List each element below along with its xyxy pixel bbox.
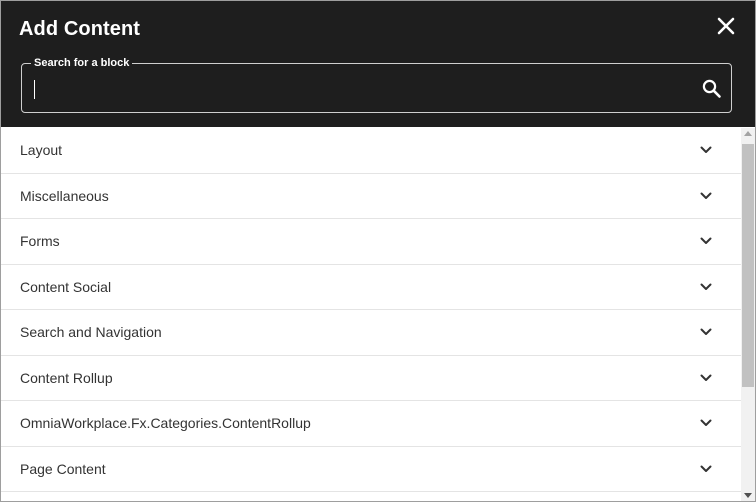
category-item[interactable]: Layout <box>1 128 741 174</box>
search-field: Search for a block <box>21 56 732 113</box>
scroll-down-arrow[interactable] <box>744 493 752 498</box>
chevron-down-icon[interactable] <box>698 233 714 249</box>
search-button[interactable] <box>701 78 723 100</box>
chevron-down-icon[interactable] <box>698 324 714 340</box>
chevron-down-icon[interactable] <box>698 370 714 386</box>
category-item[interactable]: OmniaWorkplace.Fx.Categories.ContentRoll… <box>1 401 741 447</box>
chevron-down-icon[interactable] <box>698 279 714 295</box>
category-label: Content Rollup <box>20 369 113 386</box>
scrollbar[interactable] <box>741 128 755 501</box>
text-cursor <box>34 80 35 99</box>
category-label: Miscellaneous <box>20 187 109 204</box>
category-item[interactable]: Search and Navigation <box>1 310 741 356</box>
chevron-down-icon[interactable] <box>698 188 714 204</box>
category-label: Page Content <box>20 460 106 477</box>
category-label: OmniaWorkplace.Fx.Categories.ContentRoll… <box>20 415 311 432</box>
search-field-label: Search for a block <box>31 56 133 70</box>
close-button[interactable] <box>714 14 738 38</box>
category-item[interactable]: Miscellaneous <box>1 174 741 219</box>
add-content-dialog: Add Content Search for a block Layout Mis… <box>0 0 756 502</box>
close-icon <box>717 17 735 35</box>
scroll-up-arrow[interactable] <box>744 131 752 136</box>
category-label: Content Social <box>20 278 112 295</box>
search-input[interactable] <box>32 74 676 104</box>
category-list: Layout Miscellaneous Forms Content Social Se… <box>1 128 741 501</box>
scroll-thumb[interactable] <box>742 144 754 387</box>
category-label: Forms <box>20 233 60 250</box>
chevron-down-icon[interactable] <box>698 142 714 158</box>
category-item[interactable]: Content Social <box>1 265 741 310</box>
dialog-title: Add Content <box>19 18 141 40</box>
category-item[interactable]: Forms <box>1 219 741 265</box>
chevron-down-icon[interactable] <box>698 461 714 477</box>
category-item[interactable]: Page Content <box>1 447 741 492</box>
category-item[interactable]: Content Rollup <box>1 356 741 401</box>
category-label: Layout <box>20 142 63 159</box>
dialog-header: Add Content Search for a block <box>1 1 755 127</box>
search-icon <box>702 79 721 98</box>
category-label: Search and Navigation <box>20 324 162 341</box>
chevron-down-icon[interactable] <box>698 415 714 431</box>
